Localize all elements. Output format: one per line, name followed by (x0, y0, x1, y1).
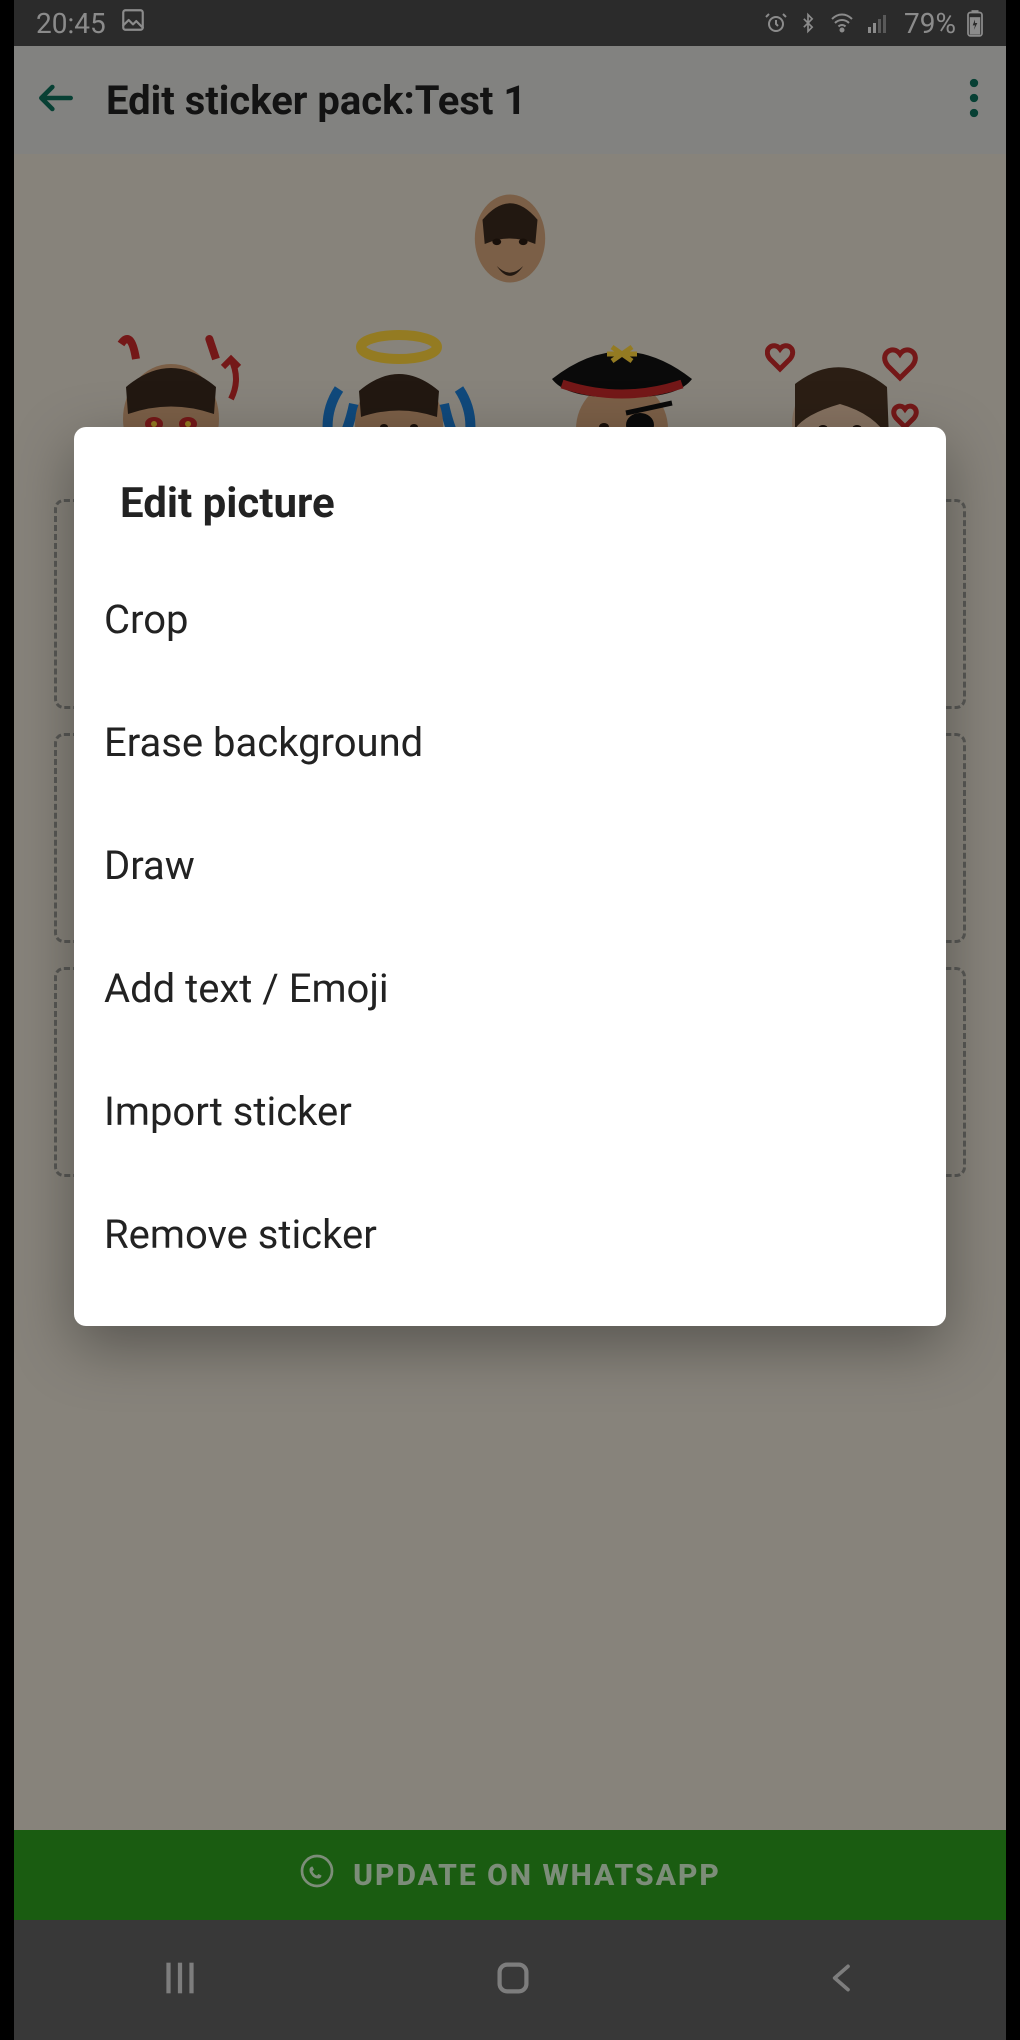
dialog-title: Edit picture (74, 467, 946, 558)
dialog-option-add-text-emoji[interactable]: Add text / Emoji (74, 927, 946, 1050)
dialog-option-draw[interactable]: Draw (74, 804, 946, 927)
dialog-option-erase-background[interactable]: Erase background (74, 681, 946, 804)
dialog-option-remove-sticker[interactable]: Remove sticker (74, 1173, 946, 1296)
dialog-option-import-sticker[interactable]: Import sticker (74, 1050, 946, 1173)
device-frame: 20:45 79% (0, 0, 1020, 2040)
edit-picture-dialog: Edit picture Crop Erase background Draw … (74, 427, 946, 1326)
screen: 20:45 79% (14, 0, 1006, 2040)
dialog-option-crop[interactable]: Crop (74, 558, 946, 681)
